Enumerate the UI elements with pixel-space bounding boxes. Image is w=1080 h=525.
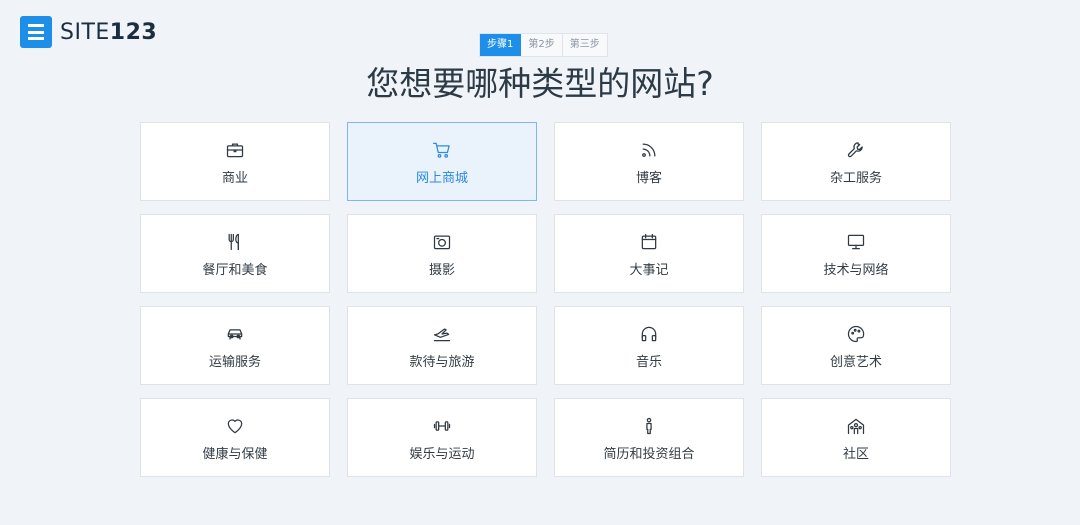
category-card-handyman[interactable]: 杂工服务: [761, 122, 951, 201]
category-card-events[interactable]: 大事记: [554, 214, 744, 293]
category-card-tech[interactable]: 技术与网络: [761, 214, 951, 293]
category-label: 运输服务: [208, 355, 261, 370]
utensils-icon: [225, 231, 245, 253]
step-3[interactable]: 第三步: [563, 34, 607, 56]
category-grid: 商业 网上商城 博客 杂工服务 餐厅和美食 摄影 大事记 技术与网络 运输服务 …: [140, 122, 951, 477]
step-2[interactable]: 第2步: [521, 34, 563, 56]
category-label: 娱乐与运动: [409, 447, 475, 462]
palette-icon: [846, 323, 866, 345]
category-card-business[interactable]: 商业: [140, 122, 330, 201]
category-card-transport[interactable]: 运输服务: [140, 306, 330, 385]
category-label: 摄影: [428, 263, 455, 278]
category-label: 音乐: [635, 355, 662, 370]
category-label: 创意艺术: [829, 355, 882, 370]
category-card-resume[interactable]: 简历和投资组合: [554, 398, 744, 477]
category-card-restaurant[interactable]: 餐厅和美食: [140, 214, 330, 293]
site123-logo[interactable]: SITE123: [20, 16, 157, 48]
shopping-cart-icon: [432, 139, 452, 161]
category-card-health[interactable]: 健康与保健: [140, 398, 330, 477]
monitor-icon: [846, 231, 866, 253]
plane-icon: [432, 323, 452, 345]
page-title: 您想要哪种类型的网站?: [366, 64, 714, 103]
rss-icon: [639, 139, 659, 161]
camera-icon: [432, 231, 452, 253]
category-card-community[interactable]: 社区: [761, 398, 951, 477]
category-card-photography[interactable]: 摄影: [347, 214, 537, 293]
heart-icon: [225, 415, 245, 437]
calendar-icon: [639, 231, 659, 253]
category-label: 餐厅和美食: [202, 263, 268, 278]
site123-logo-mark: [20, 16, 52, 48]
headphones-icon: [639, 323, 659, 345]
category-card-music[interactable]: 音乐: [554, 306, 744, 385]
category-label: 商业: [221, 171, 248, 186]
category-card-arts[interactable]: 创意艺术: [761, 306, 951, 385]
community-icon: [846, 415, 866, 437]
briefcase-icon: [225, 139, 245, 161]
person-icon: [639, 415, 659, 437]
category-label: 简历和投资组合: [603, 447, 695, 462]
car-icon: [225, 323, 245, 345]
category-label: 社区: [842, 447, 869, 462]
step-1[interactable]: 步骤1: [480, 34, 522, 56]
category-card-online-store[interactable]: 网上商城: [347, 122, 537, 201]
category-card-blog[interactable]: 博客: [554, 122, 744, 201]
category-label: 杂工服务: [829, 171, 882, 186]
dumbbell-icon: [432, 415, 452, 437]
step-indicator: 步骤1 第2步 第三步: [479, 33, 608, 57]
site123-logo-text: SITE123: [60, 19, 158, 45]
category-label: 健康与保健: [202, 447, 268, 462]
category-label: 博客: [635, 171, 662, 186]
category-card-sports[interactable]: 娱乐与运动: [347, 398, 537, 477]
category-label: 网上商城: [415, 171, 468, 186]
wrench-icon: [846, 139, 866, 161]
category-label: 技术与网络: [823, 263, 889, 278]
category-card-travel[interactable]: 款待与旅游: [347, 306, 537, 385]
category-label: 大事记: [629, 263, 669, 278]
category-label: 款待与旅游: [409, 355, 475, 370]
